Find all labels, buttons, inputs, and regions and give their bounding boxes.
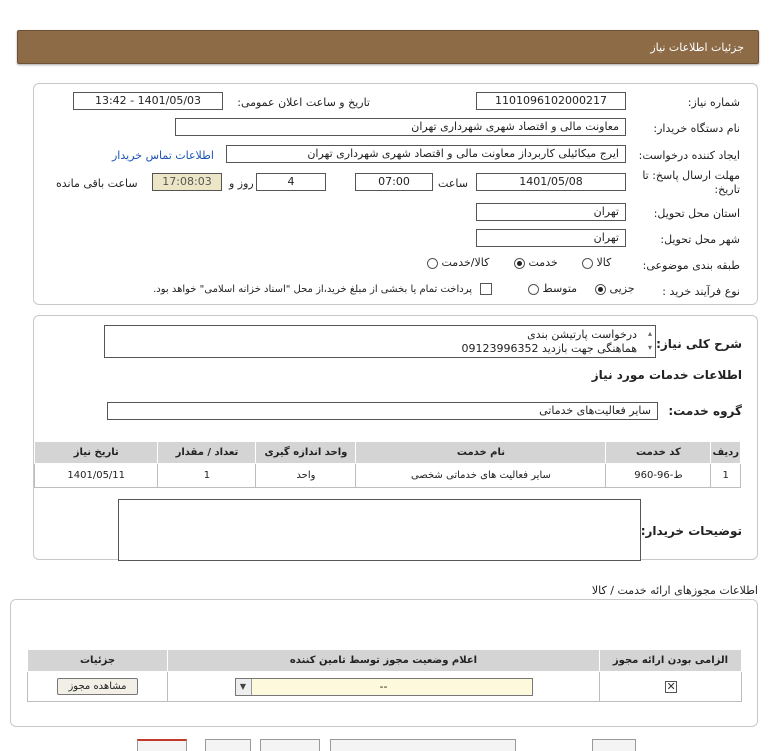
- purchase-medium-radio[interactable]: [528, 283, 539, 295]
- cell-permit-status: -- ▼: [167, 671, 600, 702]
- textarea-resize-icon: ▴ ▾: [647, 329, 652, 352]
- permits-table: الزامی بودن ارائه مجوز اعلام وضعیت مجوز …: [27, 649, 742, 702]
- need-number-field: 1101096102000217: [476, 92, 626, 110]
- category-option-goods[interactable]: کالا: [582, 256, 611, 269]
- category-goods-radio[interactable]: [582, 257, 593, 269]
- days-field: 4: [256, 173, 326, 191]
- cell-permit-required: ✕: [599, 671, 742, 702]
- table-row: ✕ -- ▼ مشاهده مجوز: [27, 671, 742, 702]
- purchase-option-minor[interactable]: جزیی: [595, 282, 635, 295]
- cell-name: سایر فعالیت های خدماتی شخصی: [355, 463, 607, 488]
- buyer-notes-label: توضیحات خریدار:: [640, 524, 742, 538]
- category-option-service-label: خدمت: [528, 256, 558, 269]
- summary-line-1: درخواست پارتیشن بندی: [527, 328, 637, 341]
- cell-code: ط-96-960: [605, 463, 712, 488]
- permit-status-value: --: [379, 679, 388, 693]
- days-label: روز و: [229, 177, 254, 190]
- summary-label: شرح کلی نیاز:: [656, 337, 742, 351]
- cell-date: 1401/05/11: [33, 463, 159, 488]
- announce-label: تاریخ و ساعت اعلان عمومی:: [237, 96, 370, 109]
- deadline-label: مهلت ارسال پاسخ: تا: [642, 169, 740, 182]
- col-qty: تعداد / مقدار: [157, 441, 257, 464]
- col-permit-status: اعلام وضعیت مجوز توسط تامین کننده: [167, 649, 600, 672]
- deadline-label-date: تاریخ:: [714, 183, 740, 196]
- summary-line-2: هماهنگی جهت بازدید 09123996352: [461, 342, 637, 355]
- deadline-time-label: ساعت: [438, 177, 468, 190]
- col-name: نام خدمت: [355, 441, 607, 464]
- remaining-time-field: 17:08:03: [152, 173, 222, 191]
- services-table-header: ردیف کد خدمت نام خدمت واحد اندازه گیری ت…: [33, 441, 741, 464]
- view-permit-button[interactable]: مشاهده مجوز: [57, 678, 138, 695]
- announce-field: 1401/05/03 - 13:42: [73, 92, 223, 110]
- services-section-title: اطلاعات خدمات مورد نیاز: [591, 368, 742, 382]
- category-service-radio[interactable]: [514, 257, 525, 269]
- creator-label: ایجاد کننده درخواست:: [638, 149, 740, 162]
- bottom-button-4[interactable]: [330, 739, 516, 751]
- permit-required-checkbox: ✕: [664, 679, 677, 693]
- purchase-type-label: نوع فرآیند خرید :: [662, 285, 740, 298]
- deadline-time-field: 07:00: [355, 173, 433, 191]
- city-field: تهران: [476, 229, 626, 247]
- buyer-org-field: معاونت مالی و اقتصاد شهری شهرداری تهران: [175, 118, 626, 136]
- category-both-radio[interactable]: [427, 257, 438, 269]
- bottom-button-5[interactable]: [592, 739, 636, 751]
- col-permit-required: الزامی بودن ارائه مجوز: [599, 649, 742, 672]
- table-row: 1 ط-96-960 سایر فعالیت های خدماتی شخصی و…: [33, 463, 741, 488]
- summary-textarea: درخواست پارتیشن بندی هماهنگی جهت بازدید …: [104, 325, 656, 358]
- col-code: کد خدمت: [605, 441, 712, 464]
- deadline-date-field: 1401/05/08: [476, 173, 626, 191]
- category-label: طبقه بندی موضوعی:: [642, 259, 740, 272]
- col-permit-details: جزئیات: [27, 649, 168, 672]
- page-title: جزئیات اطلاعات نیاز: [650, 41, 744, 54]
- cell-unit: واحد: [255, 463, 357, 488]
- bottom-button-2[interactable]: [205, 739, 251, 751]
- page-header: جزئیات اطلاعات نیاز: [17, 30, 759, 64]
- category-option-goods-label: کالا: [596, 256, 612, 269]
- bottom-button-3[interactable]: [260, 739, 320, 751]
- purchase-minor-radio[interactable]: [595, 283, 606, 295]
- buyer-org-label: نام دستگاه خریدار:: [653, 122, 740, 135]
- col-unit: واحد اندازه گیری: [255, 441, 357, 464]
- services-table: ردیف کد خدمت نام خدمت واحد اندازه گیری ت…: [33, 441, 741, 488]
- category-option-both[interactable]: کالا/خدمت: [427, 256, 489, 269]
- category-option-service[interactable]: خدمت: [514, 256, 558, 269]
- remaining-label: ساعت باقی مانده: [56, 177, 138, 190]
- cross-icon: ✕: [666, 679, 676, 693]
- cell-qty: 1: [157, 463, 257, 488]
- col-date: تاریخ نیاز: [33, 441, 159, 464]
- permits-table-header: الزامی بودن ارائه مجوز اعلام وضعیت مجوز …: [27, 649, 742, 672]
- service-group-field: سایر فعالیت‌های خدماتی: [107, 402, 658, 420]
- permit-status-dropdown[interactable]: -- ▼: [234, 677, 533, 696]
- province-label: استان محل تحویل:: [653, 207, 740, 220]
- category-option-both-label: کالا/خدمت: [441, 256, 490, 269]
- cell-permit-details: مشاهده مجوز: [27, 671, 168, 702]
- purchase-option-medium-label: متوسط: [542, 282, 578, 295]
- buyer-notes-box: [118, 499, 641, 561]
- province-field: تهران: [476, 203, 626, 221]
- purchase-option-medium[interactable]: متوسط: [528, 282, 577, 295]
- buyer-contact-link[interactable]: اطلاعات تماس خریدار: [112, 149, 214, 162]
- purchase-option-minor-label: جزیی: [609, 282, 635, 295]
- col-row: ردیف: [710, 441, 741, 464]
- permits-section-title: اطلاعات مجوزهای ارائه خدمت / کالا: [591, 584, 758, 597]
- chevron-down-icon[interactable]: ▼: [235, 678, 252, 695]
- bottom-button-1[interactable]: [137, 739, 187, 751]
- treasury-payment-note: پرداخت تمام یا بخشی از مبلغ خرید،از محل …: [153, 284, 472, 295]
- creator-field: ایرج میکائیلی کاربرداز معاونت مالی و اقت…: [226, 145, 626, 163]
- service-group-label: گروه خدمت:: [668, 404, 742, 418]
- treasury-payment-checkbox[interactable]: [480, 283, 492, 295]
- need-number-label: شماره نیاز:: [687, 96, 740, 109]
- cell-row: 1: [710, 463, 741, 488]
- city-label: شهر محل تحویل:: [660, 233, 740, 246]
